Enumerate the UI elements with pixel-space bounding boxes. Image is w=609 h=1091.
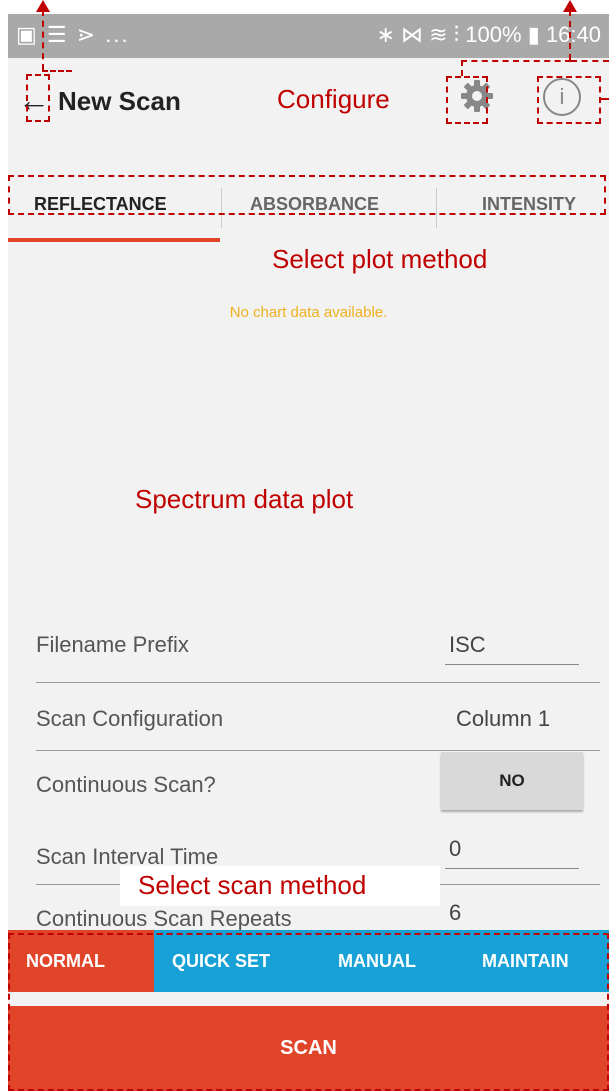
app-bar	[8, 58, 609, 182]
clock: 16:40	[545, 22, 601, 47]
scan-configuration-label: Scan Configuration	[36, 706, 224, 731]
annotation-line	[461, 60, 463, 76]
annotation-line	[42, 70, 72, 72]
status-icons: ∗ ⋈ ≋ ⫶ 100% ▮ 16:40	[376, 22, 601, 48]
continuous-repeats-label: Continuous Scan Repeats	[36, 906, 292, 931]
page-title: New Scan	[58, 86, 181, 116]
active-tab-indicator	[8, 238, 220, 242]
continuous-scan-label: Continuous Scan?	[36, 772, 216, 797]
filename-prefix-input[interactable]: ISC	[449, 632, 486, 658]
annotation-box-back	[26, 74, 50, 122]
annotation-box-tabs	[8, 175, 606, 215]
status-bar: ▣ ☰ ⋗ ... ∗ ⋈ ≋ ⫶ 100% ▮ 16:40	[8, 14, 609, 58]
annotation-scan-method: Select scan method	[138, 870, 367, 900]
annotation-line	[601, 98, 609, 100]
annotation-line	[461, 60, 571, 62]
annotation-box-info	[537, 76, 601, 124]
annotation-plot-method: Select plot method	[272, 244, 488, 274]
chart-empty-message: No chart data available.	[229, 304, 388, 321]
annotation-line	[571, 60, 609, 62]
row-divider	[36, 750, 600, 751]
continuous-repeats-input[interactable]: 6	[449, 900, 461, 926]
row-divider	[36, 682, 600, 683]
annotation-spectrum: Spectrum data plot	[135, 484, 354, 514]
annotation-line	[42, 10, 44, 70]
continuous-scan-toggle[interactable]: NO	[441, 752, 583, 810]
system-icons: ∗ ⋈ ≋ ⫶	[376, 22, 460, 47]
annotation-box-scan-modes	[8, 933, 609, 1091]
scan-interval-underline	[445, 868, 579, 869]
filename-prefix-label: Filename Prefix	[36, 632, 189, 657]
annotation-configure: Configure	[277, 84, 390, 114]
scan-configuration-value[interactable]: Column 1	[456, 706, 550, 732]
filename-prefix-underline	[445, 664, 579, 665]
notification-icons: ▣ ☰ ⋗ ...	[16, 22, 130, 47]
annotation-box-settings	[446, 76, 488, 124]
annotation-line	[569, 10, 571, 60]
battery-percent: 100%	[465, 22, 522, 47]
battery-charging-icon: ▮	[527, 22, 540, 47]
scan-interval-input[interactable]: 0	[449, 836, 461, 862]
